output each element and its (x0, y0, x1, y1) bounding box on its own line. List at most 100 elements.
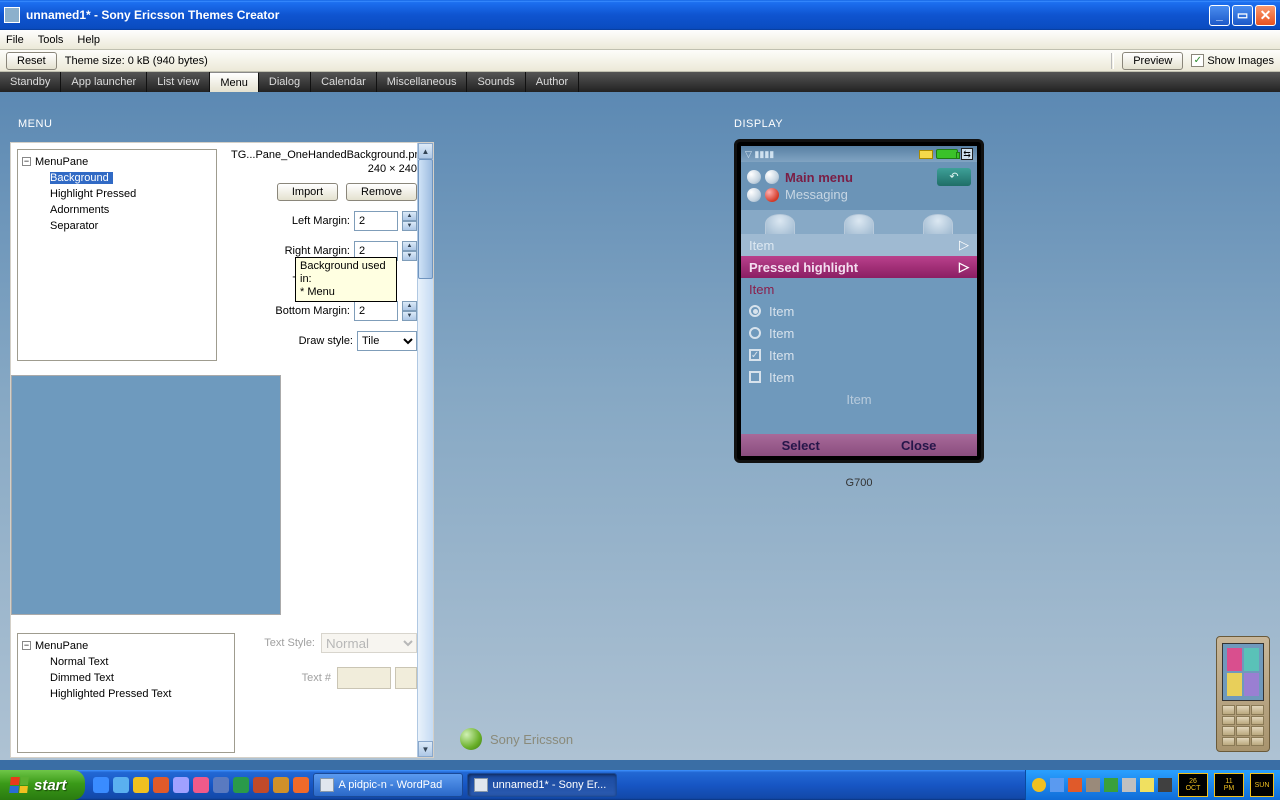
ql-desktop-icon[interactable] (113, 777, 129, 793)
ql-ie-icon[interactable] (93, 777, 109, 793)
menu-shortcut-icon (765, 214, 795, 234)
tray-icon[interactable] (1158, 778, 1172, 792)
text-num-label: Text # (302, 672, 331, 684)
taskbar-wordpad-button[interactable]: A pidpic-n - WordPad (313, 773, 463, 797)
scroll-down-icon[interactable]: ▼ (418, 741, 433, 757)
reset-button[interactable]: Reset (6, 52, 57, 70)
tree-item-background[interactable]: Background (46, 170, 212, 185)
left-margin-spinner[interactable]: ▲▼ (402, 211, 417, 231)
tree2-item-normal[interactable]: Normal Text (46, 654, 230, 669)
signal-icon: ▽ ▮▮▮▮ (745, 149, 774, 160)
tree-item-highlight-pressed[interactable]: Highlight Pressed (46, 186, 212, 201)
themescreator-icon (474, 778, 488, 792)
tray-time-widget[interactable]: 11PM (1214, 773, 1244, 797)
tray-dow-widget[interactable]: SUN (1250, 773, 1274, 797)
bottom-margin-input[interactable] (354, 301, 398, 321)
phone-center-row: Item (741, 388, 977, 410)
tray-icon[interactable] (1050, 778, 1064, 792)
tray-icon[interactable] (1104, 778, 1118, 792)
text-tree[interactable]: − MenuPane Normal Text Dimmed Text Highl… (17, 633, 235, 753)
theme-size-label: Theme size: 0 kB (940 bytes) (65, 55, 208, 67)
tab-menu[interactable]: Menu (210, 72, 259, 92)
menu-file[interactable]: File (6, 34, 24, 46)
tab-list-view[interactable]: List view (147, 72, 210, 92)
header-dot-icon (765, 188, 779, 202)
ql-app-icon[interactable] (253, 777, 269, 793)
tray-date-widget[interactable]: 26OCT (1178, 773, 1208, 797)
collapse-icon[interactable]: − (22, 157, 31, 166)
tree-item-separator[interactable]: Separator (46, 218, 212, 233)
menu-tools[interactable]: Tools (38, 34, 64, 46)
scroll-up-icon[interactable]: ▲ (418, 143, 433, 159)
window-maximize-button[interactable]: ▭ (1232, 5, 1253, 26)
tree2-root-menupane[interactable]: − MenuPane (22, 638, 230, 653)
menu-section-label: MENU (18, 118, 52, 130)
ql-app-icon[interactable] (293, 777, 309, 793)
show-images-checkbox[interactable]: ✓ Show Images (1191, 54, 1274, 67)
tree-item-adornments[interactable]: Adornments (46, 202, 212, 217)
phone-back-button: ↶ (937, 168, 971, 186)
window-close-button[interactable]: ✕ (1255, 5, 1276, 26)
tab-standby[interactable]: Standby (0, 72, 61, 92)
display-section-label: DISPLAY (734, 118, 783, 130)
tree2-item-dimmed[interactable]: Dimmed Text (46, 670, 230, 685)
phone-icon-row (741, 210, 977, 234)
menu-tree[interactable]: − MenuPane Background Highlight Pressed … (17, 149, 217, 361)
sony-ericsson-logo-icon (460, 728, 482, 750)
remove-button[interactable]: Remove (346, 183, 417, 201)
tree-root-menupane[interactable]: − MenuPane (22, 154, 212, 169)
ql-app-icon[interactable] (273, 777, 289, 793)
tray-icon[interactable] (1140, 778, 1154, 792)
tray-icon[interactable] (1086, 778, 1100, 792)
phone-statusbar: ▽ ▮▮▮▮ ⇆ (741, 146, 977, 162)
mini-phone-preview[interactable] (1216, 636, 1270, 752)
system-tray[interactable]: 26OCT 11PM SUN (1025, 770, 1280, 800)
tab-calendar[interactable]: Calendar (311, 72, 377, 92)
menubar: File Tools Help (0, 30, 1280, 50)
tray-icon[interactable] (1068, 778, 1082, 792)
start-button[interactable]: start (0, 770, 85, 800)
tab-sounds[interactable]: Sounds (467, 72, 525, 92)
right-margin-spinner[interactable]: ▲▼ (402, 241, 417, 261)
chevron-right-icon: ▷ (959, 259, 969, 275)
ql-smiley-icon[interactable] (133, 777, 149, 793)
chevron-right-icon: ▷ (959, 237, 969, 253)
tab-dialog[interactable]: Dialog (259, 72, 311, 92)
phone-model-label: G700 (734, 477, 984, 489)
menu-help[interactable]: Help (77, 34, 100, 46)
ql-app-icon[interactable] (193, 777, 209, 793)
window-titlebar: unnamed1* - Sony Ericsson Themes Creator… (0, 0, 1280, 30)
ql-app-icon[interactable] (173, 777, 189, 793)
window-minimize-button[interactable]: _ (1209, 5, 1230, 26)
tabstrip: Standby App launcher List view Menu Dial… (0, 72, 1280, 92)
tray-icon[interactable] (1032, 778, 1046, 792)
scroll-thumb[interactable] (418, 159, 433, 279)
left-panel-scrollbar[interactable]: ▲ ▼ (417, 143, 433, 757)
tab-author[interactable]: Author (526, 72, 579, 92)
bottom-margin-label: Bottom Margin: (231, 305, 350, 317)
sync-icon: ⇆ (961, 148, 973, 160)
left-margin-input[interactable] (354, 211, 398, 231)
tab-app-launcher[interactable]: App launcher (61, 72, 147, 92)
workspace: MENU DISPLAY − MenuPane Background Highl… (0, 92, 1280, 760)
draw-style-label: Draw style: (231, 335, 353, 347)
draw-style-select[interactable]: Tile (357, 331, 417, 351)
ql-app-icon[interactable] (233, 777, 249, 793)
tree2-item-hl-pressed[interactable]: Highlighted Pressed Text (46, 686, 230, 701)
taskbar-themescreator-button[interactable]: unnamed1* - Sony Er... (467, 773, 617, 797)
phone-check-on-row: Item (741, 344, 977, 366)
text-num-field (337, 667, 391, 689)
softkey-select: Select (782, 438, 820, 453)
ql-app-icon[interactable] (213, 777, 229, 793)
bg-filename-label: TG...Pane_OneHandedBackground.png (231, 149, 417, 161)
ql-app-icon[interactable] (153, 777, 169, 793)
preview-button[interactable]: Preview (1122, 52, 1183, 70)
import-button[interactable]: Import (277, 183, 338, 201)
tab-miscellaneous[interactable]: Miscellaneous (377, 72, 468, 92)
collapse-icon[interactable]: − (22, 641, 31, 650)
softkey-close: Close (901, 438, 936, 453)
tray-icon[interactable] (1122, 778, 1136, 792)
bottom-margin-spinner[interactable]: ▲▼ (402, 301, 417, 321)
message-icon (919, 150, 933, 159)
header-dot-icon (747, 188, 761, 202)
